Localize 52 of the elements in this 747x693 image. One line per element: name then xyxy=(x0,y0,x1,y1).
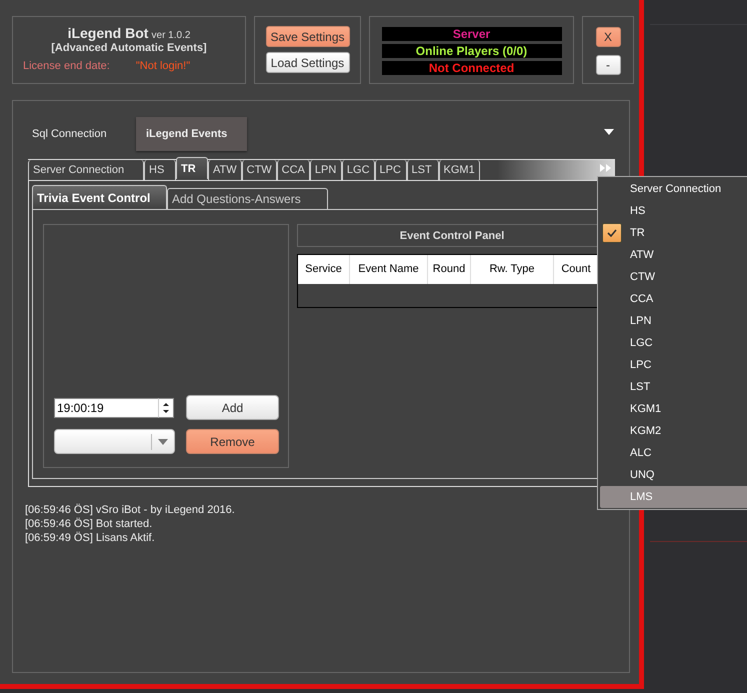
menu-item[interactable]: HS xyxy=(600,200,747,222)
column-header[interactable]: Rw. Type xyxy=(471,255,554,284)
app-subtitle: [Advanced Automatic Events] xyxy=(51,42,207,54)
menu-item[interactable]: ATW xyxy=(600,244,747,266)
sub-tab[interactable]: Trivia Event Control xyxy=(32,185,167,209)
log-line: [06:59:46 ÖS] Bot started. xyxy=(25,517,154,531)
menu-item[interactable]: LPN xyxy=(600,310,747,332)
menu-item[interactable]: KGM2 xyxy=(600,420,747,442)
dropdown-field[interactable] xyxy=(54,429,175,454)
remove-button[interactable]: Remove xyxy=(186,429,279,454)
event-tab[interactable]: ATW xyxy=(208,160,242,180)
menu-item[interactable]: LPC xyxy=(600,354,747,376)
event-tab[interactable]: KGM1 xyxy=(438,160,480,180)
menu-item[interactable]: LGC xyxy=(600,332,747,354)
menu-item[interactable]: Server Connection xyxy=(600,178,747,200)
status-label: Online Players (0/0) xyxy=(416,44,528,58)
event-tab[interactable]: LPN xyxy=(310,160,342,180)
column-header[interactable]: Event Name xyxy=(350,255,428,284)
menu-item[interactable]: LST xyxy=(600,376,747,398)
dropdown-arrow-icon[interactable] xyxy=(604,129,614,135)
event-tab[interactable]: CTW xyxy=(242,160,277,180)
time-field[interactable]: 19:00:19 xyxy=(54,398,158,418)
app-title: iLegend Bot ver 1.0.2 xyxy=(68,25,190,41)
menu-item[interactable]: CTW xyxy=(600,266,747,288)
main-tab[interactable]: Sql Connection xyxy=(24,117,136,151)
menu-item[interactable]: KGM1 xyxy=(600,398,747,420)
event-tab[interactable]: HS xyxy=(144,160,176,180)
column-header[interactable]: Service xyxy=(298,255,350,284)
license-label: License end date: xyxy=(23,60,110,72)
menu-item[interactable]: UNQ xyxy=(600,464,747,486)
settings-button[interactable]: Save Settings xyxy=(266,26,350,47)
caret-icon xyxy=(158,438,168,444)
event-tab[interactable]: TR xyxy=(176,157,208,179)
menu-item[interactable]: CCA xyxy=(600,288,747,310)
log-line: [06:59:49 ÖS] Lisans Aktif. xyxy=(25,531,156,545)
status-label: Not Connected xyxy=(428,61,514,75)
event-tab[interactable]: LPC xyxy=(374,160,407,180)
license-value: "Not login!" xyxy=(136,60,190,72)
settings-button[interactable]: Load Settings xyxy=(266,52,350,73)
menu-item[interactable]: ALC xyxy=(600,442,747,464)
window-button[interactable]: - xyxy=(596,55,620,75)
event-tab[interactable]: LST xyxy=(406,160,439,180)
status-label: Server xyxy=(452,27,490,41)
add-button[interactable]: Add xyxy=(186,395,279,420)
event-tab[interactable]: CCA xyxy=(276,160,310,180)
log-line: [06:59:46 ÖS] vSro iBot - by iLegend 2016. xyxy=(25,503,235,517)
column-header[interactable]: Round xyxy=(428,255,471,284)
event-tab[interactable]: Server Connection xyxy=(28,160,144,180)
sub-tab[interactable]: Add Questions-Answers xyxy=(167,188,328,209)
main-tab[interactable]: iLegend Events xyxy=(136,117,247,151)
event-tab[interactable]: LGC xyxy=(342,160,375,180)
window-button[interactable]: X xyxy=(596,27,620,47)
